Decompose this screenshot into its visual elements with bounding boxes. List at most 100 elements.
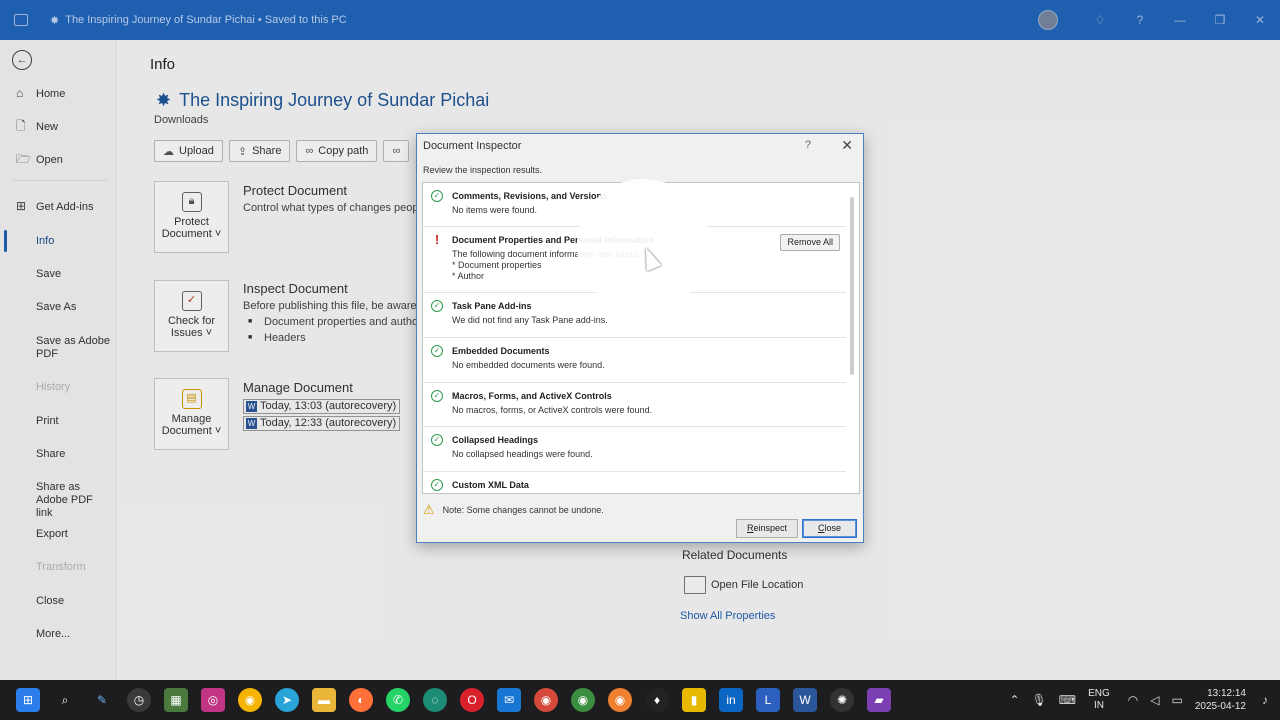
word-icon[interactable]: W: [793, 688, 817, 712]
nav-save[interactable]: Save: [0, 268, 117, 281]
file-explorer-icon[interactable]: ▬: [312, 688, 336, 712]
nav-close[interactable]: Close: [0, 595, 117, 608]
nav-print[interactable]: Print: [0, 415, 117, 428]
search-icon[interactable]: ⌕: [53, 688, 77, 712]
whatsapp-icon[interactable]: ✆: [386, 688, 410, 712]
protect-document-button[interactable]: 🔒︎ Protect Document ˅: [154, 181, 229, 253]
manage-document-icon: ▤: [181, 389, 202, 409]
close-dialog-button[interactable]: Close: [802, 519, 857, 538]
inspect-document-heading: Inspect Document: [243, 281, 348, 296]
bulb-app-icon[interactable]: ♦: [645, 688, 669, 712]
outlook-icon[interactable]: ✉: [497, 688, 521, 712]
open-file-location-link[interactable]: Open File Location: [684, 576, 803, 594]
copy-path-button[interactable]: ∞ Copy path: [296, 140, 378, 162]
folder-icon: [684, 576, 706, 594]
document-icon: ✸: [156, 90, 172, 110]
inspect-bullet: Headers: [248, 332, 306, 344]
nav-share-adobe-pdf-link[interactable]: Share as Adobe PDF link: [0, 481, 112, 520]
nav-export[interactable]: Export: [0, 528, 117, 541]
folder-open-icon: 🗁: [16, 152, 31, 166]
manage-document-button[interactable]: ▤ Manage Document ˅: [154, 378, 229, 450]
microphone-icon[interactable]: 🎙︎: [1032, 693, 1047, 707]
dialog-titlebar: Document Inspector ? ✕: [417, 134, 863, 158]
backstage-nav: ← ⌂ Home 🗋 New 🗁 Open ⊞ Get Add-ins Info Sav…: [0, 40, 117, 680]
document-location: Downloads: [154, 114, 209, 126]
open-location-button[interactable]: ∞: [383, 140, 410, 162]
opera-icon[interactable]: O: [460, 688, 484, 712]
dialog-title: Document Inspector: [423, 140, 522, 152]
help-button[interactable]: ?: [1120, 0, 1160, 40]
close-window-button[interactable]: ✕: [1240, 0, 1280, 40]
taskbar: ⊞ ⌕ ✎ ◷ ▦ ◎ ◉ ➤ ▬ ◐ ✆ ◌ O ✉ ◉ ◉ ◉ ♦ ▮ in…: [0, 680, 1280, 720]
battery-icon[interactable]: ▭: [1172, 693, 1183, 707]
nav-new[interactable]: 🗋 New: [0, 119, 117, 134]
nav-info[interactable]: Info: [0, 235, 117, 248]
language-indicator[interactable]: ENG IN: [1088, 688, 1110, 712]
nav-home[interactable]: ⌂ Home: [0, 86, 117, 101]
reinspect-button[interactable]: Reinspect: [736, 519, 798, 538]
copilot-icon[interactable]: ♢: [1080, 0, 1120, 40]
minimize-button[interactable]: —: [1160, 0, 1200, 40]
document-title: ✸ The Inspiring Journey of Sundar Pichai: [156, 90, 490, 110]
inspect-icon: ✓: [181, 291, 202, 311]
back-arrow-icon[interactable]: ←: [12, 50, 32, 70]
linkedin-icon[interactable]: in: [719, 688, 743, 712]
clock-app-icon[interactable]: ◷: [127, 688, 151, 712]
nav-save-as-adobe-pdf[interactable]: Save as Adobe PDF: [0, 335, 110, 361]
chatgpt-icon[interactable]: ✺: [830, 688, 854, 712]
notification-bell-icon[interactable]: ♪: [1262, 693, 1268, 707]
chrome-icon[interactable]: ◉: [238, 688, 262, 712]
protect-document-heading: Protect Document: [243, 183, 348, 198]
wifi-icon[interactable]: ◠: [1128, 693, 1138, 707]
nav-open[interactable]: 🗁 Open: [0, 152, 117, 167]
remove-all-button[interactable]: Remove All: [780, 234, 840, 251]
window-title: The Inspiring Journey of Sundar Pichai •…: [65, 14, 347, 26]
user-avatar[interactable]: [1038, 10, 1058, 30]
clipchamp-icon[interactable]: ▰: [867, 688, 891, 712]
power-bi-icon[interactable]: ▮: [682, 688, 706, 712]
photos-app-icon[interactable]: ▦: [164, 688, 188, 712]
nav-get-add-ins[interactable]: ⊞ Get Add-ins: [0, 200, 117, 214]
instagram-icon[interactable]: ◎: [201, 688, 225, 712]
nav-save-as[interactable]: Save As: [0, 301, 117, 314]
clock[interactable]: 13:12:14 2025-04-12: [1195, 687, 1246, 713]
autorecovery-version[interactable]: W Today, 12:33 (autorecovery): [243, 416, 401, 431]
l-app-icon[interactable]: L: [756, 688, 780, 712]
feather-app-icon[interactable]: ✎: [90, 688, 114, 712]
manage-document-heading: Manage Document: [243, 380, 353, 395]
nav-share[interactable]: Share: [0, 448, 117, 461]
word-doc-icon: W: [246, 401, 257, 412]
keyboard-icon[interactable]: ⌨: [1059, 693, 1076, 707]
result-item: ✓ Macros, Forms, and ActiveX Controls No…: [423, 383, 846, 427]
chevron-up-icon[interactable]: ⌃: [1009, 693, 1019, 707]
share-icon: ⇪: [237, 145, 248, 158]
nav-divider: [12, 180, 107, 181]
check-icon: ✓: [431, 434, 443, 446]
scrollbar-thumb[interactable]: [850, 197, 854, 375]
new-document-icon: 🗋: [16, 119, 26, 133]
check-icon: ✓: [431, 345, 443, 357]
link-icon: ∞: [305, 145, 314, 157]
home-icon: ⌂: [16, 86, 24, 100]
nav-transform: Transform: [36, 561, 86, 573]
nav-more[interactable]: More...: [0, 628, 117, 641]
start-windows-icon[interactable]: ⊞: [16, 688, 40, 712]
show-all-properties-link[interactable]: Show All Properties: [680, 610, 775, 622]
telegram-icon[interactable]: ➤: [275, 688, 299, 712]
upload-button[interactable]: ☁ Upload: [154, 140, 223, 162]
firefox-icon[interactable]: ◐: [349, 688, 373, 712]
maximize-button[interactable]: ❐: [1200, 0, 1240, 40]
edge-icon[interactable]: ◌: [423, 688, 447, 712]
volume-icon[interactable]: ◁: [1150, 693, 1159, 707]
dialog-note: ⚠ Note: Some changes cannot be undone.: [423, 502, 604, 517]
dialog-help-button[interactable]: ?: [805, 139, 811, 151]
check-for-issues-button[interactable]: ✓ Check for Issues ˅: [154, 280, 229, 352]
protect-document-description: Control what types of changes people c: [243, 202, 436, 214]
share-button[interactable]: ⇪ Share: [228, 140, 291, 162]
chrome-profile-icon[interactable]: ◉: [608, 688, 632, 712]
check-icon: ✓: [431, 479, 443, 491]
autorecovery-version[interactable]: W Today, 13:03 (autorecovery): [243, 399, 401, 414]
chrome-profile-icon[interactable]: ◉: [534, 688, 558, 712]
dialog-close-icon[interactable]: ✕: [841, 137, 853, 154]
chrome-profile-icon[interactable]: ◉: [571, 688, 595, 712]
